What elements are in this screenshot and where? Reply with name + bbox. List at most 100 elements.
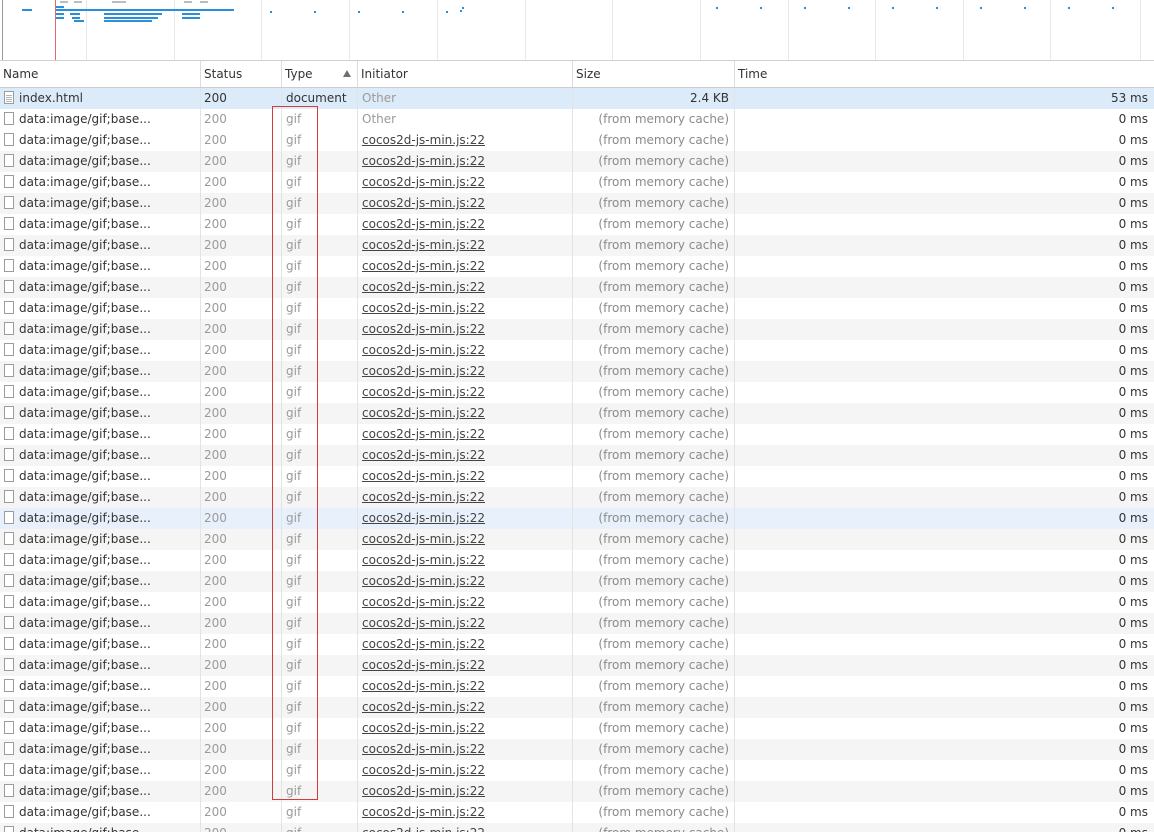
initiator-link[interactable]: cocos2d-js-min.js:22 [358,130,573,151]
initiator-link[interactable]: cocos2d-js-min.js:22 [358,613,573,634]
blank-file-icon [4,826,14,832]
table-row[interactable]: data:image/gif;base...200gifcocos2d-js-m… [0,613,1154,634]
initiator-link[interactable]: cocos2d-js-min.js:22 [358,340,573,361]
column-header-status[interactable]: Status [201,61,282,87]
initiator-link[interactable]: cocos2d-js-min.js:22 [358,760,573,781]
table-row[interactable]: data:image/gif;base...200gifcocos2d-js-m… [0,592,1154,613]
initiator-link[interactable]: cocos2d-js-min.js:22 [358,697,573,718]
column-header-type[interactable]: Type [282,61,358,87]
table-row[interactable]: data:image/gif;base...200gifcocos2d-js-m… [0,403,1154,424]
table-row[interactable]: data:image/gif;base...200gifcocos2d-js-m… [0,361,1154,382]
table-row[interactable]: index.html 200 document Other 2.4 KB 53 … [0,88,1154,109]
table-row[interactable]: data:image/gif;base...200gifcocos2d-js-m… [0,487,1154,508]
table-row[interactable]: data:image/gif;base...200gifcocos2d-js-m… [0,235,1154,256]
table-row[interactable]: data:image/gif;base...200gifcocos2d-js-m… [0,634,1154,655]
blank-file-icon [4,280,14,293]
table-row[interactable]: data:image/gif;base...200gifcocos2d-js-m… [0,151,1154,172]
initiator-link[interactable]: cocos2d-js-min.js:22 [358,487,573,508]
initiator-link[interactable]: cocos2d-js-min.js:22 [358,382,573,403]
initiator-link[interactable]: cocos2d-js-min.js:22 [358,403,573,424]
blank-file-icon [4,238,14,251]
table-row[interactable]: data:image/gif;base...200gifcocos2d-js-m… [0,508,1154,529]
table-row[interactable]: data:image/gif;base...200gifcocos2d-js-m… [0,802,1154,823]
table-row[interactable]: data:image/gif;base...200gifcocos2d-js-m… [0,739,1154,760]
blank-file-icon [4,532,14,545]
blank-file-icon [4,574,14,587]
initiator-link[interactable]: cocos2d-js-min.js:22 [358,634,573,655]
sort-up-arrow-icon [343,70,351,77]
table-row[interactable]: data:image/gif;base...200gifcocos2d-js-m… [0,781,1154,802]
initiator-link[interactable]: cocos2d-js-min.js:22 [358,151,573,172]
initiator-link[interactable]: cocos2d-js-min.js:22 [358,445,573,466]
column-header-name[interactable]: Name [0,61,201,87]
blank-file-icon [4,658,14,671]
table-row[interactable]: data:image/gif;base...200gifcocos2d-js-m… [0,319,1154,340]
table-row[interactable]: data:image/gif;base...200gifcocos2d-js-m… [0,760,1154,781]
table-row[interactable]: data:image/gif;base...200gifcocos2d-js-m… [0,130,1154,151]
table-row[interactable]: data:image/gif;base...200gifcocos2d-js-m… [0,382,1154,403]
column-header-initiator[interactable]: Initiator [358,61,573,87]
initiator-link[interactable]: cocos2d-js-min.js:22 [358,424,573,445]
column-header-time[interactable]: Time [735,61,1154,87]
initiator-link[interactable]: cocos2d-js-min.js:22 [358,781,573,802]
table-row[interactable]: data:image/gif;base...200gifcocos2d-js-m… [0,193,1154,214]
table-row[interactable]: data:image/gif;base...200gifcocos2d-js-m… [0,697,1154,718]
blank-file-icon [4,763,14,776]
initiator-link[interactable]: cocos2d-js-min.js:22 [358,466,573,487]
table-row[interactable]: data:image/gif;base...200gifcocos2d-js-m… [0,718,1154,739]
initiator-link[interactable]: cocos2d-js-min.js:22 [358,298,573,319]
initiator-link[interactable]: cocos2d-js-min.js:22 [358,718,573,739]
initiator-link[interactable]: cocos2d-js-min.js:22 [358,214,573,235]
table-row[interactable]: data:image/gif;base...200gifcocos2d-js-m… [0,550,1154,571]
initiator-link[interactable]: cocos2d-js-min.js:22 [358,676,573,697]
blank-file-icon [4,385,14,398]
table-row[interactable]: data:image/gif;base...200gifcocos2d-js-m… [0,298,1154,319]
initiator-link[interactable]: cocos2d-js-min.js:22 [358,802,573,823]
table-row[interactable]: data:image/gif;base...200gifcocos2d-js-m… [0,823,1154,832]
blank-file-icon [4,490,14,503]
network-overview[interactable] [0,0,1154,61]
initiator-link[interactable]: cocos2d-js-min.js:22 [358,739,573,760]
table-row[interactable]: data:image/gif;base...200gifcocos2d-js-m… [0,529,1154,550]
initiator-link[interactable]: cocos2d-js-min.js:22 [358,823,573,832]
table-row[interactable]: data:image/gif;base...200gifcocos2d-js-m… [0,655,1154,676]
overview-left-handle[interactable] [2,0,3,60]
initiator-link[interactable]: cocos2d-js-min.js:22 [358,361,573,382]
table-row[interactable]: data:image/gif;base...200gifcocos2d-js-m… [0,172,1154,193]
initiator-link[interactable]: cocos2d-js-min.js:22 [358,571,573,592]
blank-file-icon [4,784,14,797]
table-row[interactable]: data:image/gif;base...200gifcocos2d-js-m… [0,214,1154,235]
blank-file-icon [4,364,14,377]
network-request-list[interactable]: index.html 200 document Other 2.4 KB 53 … [0,88,1154,832]
blank-file-icon [4,217,14,230]
document-file-icon [4,91,14,104]
table-row[interactable]: data:image/gif;base...200gifcocos2d-js-m… [0,340,1154,361]
table-row[interactable]: data:image/gif;base...200gifcocos2d-js-m… [0,676,1154,697]
table-row[interactable]: data:image/gif;base...200gifcocos2d-js-m… [0,256,1154,277]
initiator-link[interactable]: cocos2d-js-min.js:22 [358,529,573,550]
table-row[interactable]: data:image/gif;base...200gifcocos2d-js-m… [0,424,1154,445]
initiator-link[interactable]: cocos2d-js-min.js:22 [358,508,573,529]
blank-file-icon [4,805,14,818]
column-header-size[interactable]: Size [573,61,735,87]
initiator-link[interactable]: cocos2d-js-min.js:22 [358,277,573,298]
initiator-link[interactable]: cocos2d-js-min.js:22 [358,319,573,340]
table-row[interactable]: data:image/gif;base...200gifcocos2d-js-m… [0,466,1154,487]
initiator-link[interactable]: cocos2d-js-min.js:22 [358,592,573,613]
initiator-link[interactable]: cocos2d-js-min.js:22 [358,256,573,277]
table-row[interactable]: data:image/gif;base... 200 gif Other (fr… [0,109,1154,130]
table-row[interactable]: data:image/gif;base...200gifcocos2d-js-m… [0,277,1154,298]
blank-file-icon [4,301,14,314]
blank-file-icon [4,322,14,335]
blank-file-icon [4,553,14,566]
blank-file-icon [4,259,14,272]
initiator-link[interactable]: cocos2d-js-min.js:22 [358,550,573,571]
initiator-link[interactable]: cocos2d-js-min.js:22 [358,235,573,256]
initiator-link[interactable]: cocos2d-js-min.js:22 [358,172,573,193]
table-row[interactable]: data:image/gif;base...200gifcocos2d-js-m… [0,445,1154,466]
initiator-link[interactable]: cocos2d-js-min.js:22 [358,193,573,214]
table-row[interactable]: data:image/gif;base...200gifcocos2d-js-m… [0,571,1154,592]
blank-file-icon [4,196,14,209]
blank-file-icon [4,448,14,461]
initiator-link[interactable]: cocos2d-js-min.js:22 [358,655,573,676]
